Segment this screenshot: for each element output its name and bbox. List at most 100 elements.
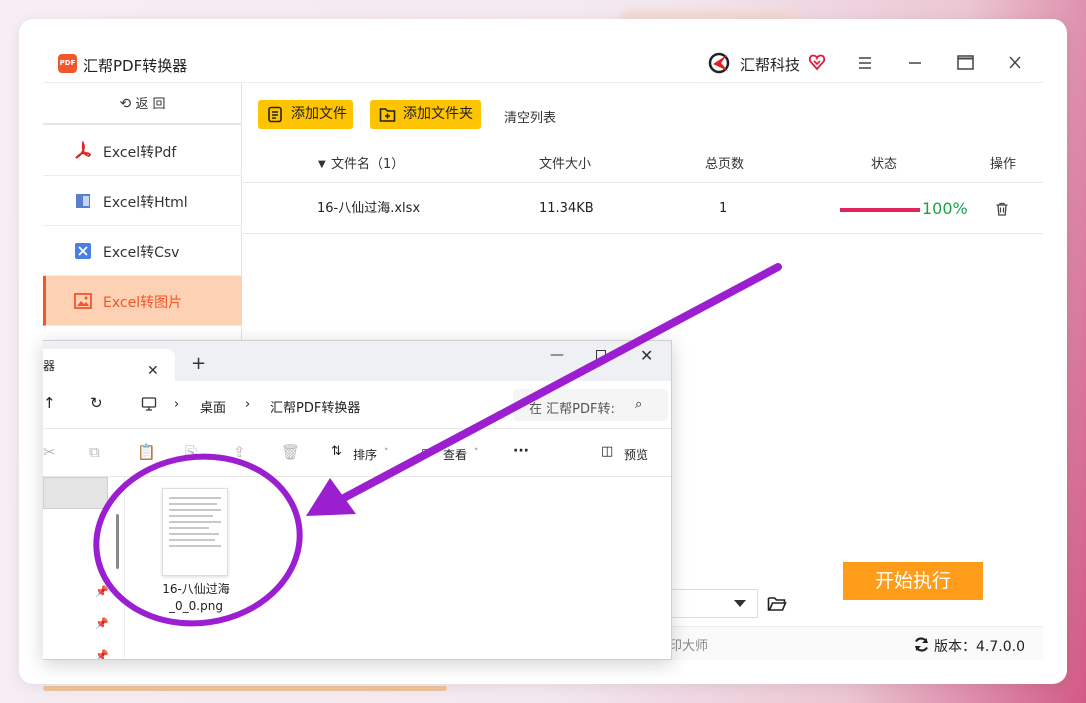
image-icon — [74, 293, 92, 309]
start-button[interactable]: 开始执行 — [843, 562, 983, 600]
cut-icon: ✂ — [43, 443, 56, 461]
add-folder-icon — [379, 108, 396, 122]
thumb-line — [169, 515, 213, 517]
pdf-icon — [75, 141, 91, 159]
table-row[interactable]: 16-八仙过海.xlsx 11.34KB 1 100% — [243, 184, 1043, 234]
refresh-icon[interactable] — [913, 636, 930, 653]
vip-heart-icon[interactable] — [808, 53, 826, 71]
background-bar — [43, 686, 447, 691]
refresh-icon[interactable]: ↻ — [90, 394, 103, 412]
explorer-tab[interactable]: 器 ✕ — [43, 349, 175, 381]
progress-bar — [840, 208, 920, 212]
sidebar-item-label: Excel转Csv — [103, 245, 180, 261]
maximize-button[interactable] — [952, 51, 978, 75]
nav-pane-scrollbar[interactable] — [116, 514, 119, 569]
col-header-action: 操作 — [990, 157, 1017, 172]
sidebar-item-excel-to-html[interactable]: Excel转Html — [43, 176, 242, 226]
table-header: ▼ 文件名（1） 文件大小 总页数 状态 操作 — [243, 146, 1043, 183]
sidebar-item-label: Excel转Html — [103, 195, 188, 211]
breadcrumb-desktop[interactable]: 桌面 — [200, 397, 226, 416]
back-label: 返 回 — [135, 97, 166, 112]
thumb-line — [169, 497, 221, 499]
file-name-label[interactable]: 16-八仙过海_0_0.png — [143, 581, 249, 615]
up-arrow-icon[interactable]: ↑ — [43, 394, 56, 412]
sidebar-item-excel-to-pdf[interactable]: Excel转Pdf — [43, 126, 242, 176]
app-logo: PDF — [58, 54, 77, 73]
thumb-line — [169, 509, 221, 511]
clear-list-button[interactable]: 清空列表 — [504, 107, 556, 126]
chevron-down-icon[interactable] — [734, 600, 746, 607]
thumb-line — [169, 527, 209, 529]
computer-icon[interactable] — [141, 396, 157, 412]
page-count: 1 — [719, 201, 728, 216]
file-size: 11.34KB — [539, 201, 594, 216]
explorer-minimize-button[interactable]: — — [550, 347, 564, 363]
thumb-line — [169, 539, 215, 541]
breadcrumb-separator-icon: › — [174, 397, 180, 412]
explorer-close-button[interactable]: ✕ — [640, 346, 653, 365]
add-folder-label: 添加文件夹 — [403, 106, 473, 122]
minimize-button[interactable] — [902, 51, 928, 75]
search-placeholder: 在 汇帮PDF转: — [529, 402, 615, 417]
col-header-name[interactable]: 文件名（1） — [331, 146, 404, 183]
pin-icon[interactable]: 📌 — [95, 617, 109, 630]
sidebar-item-label: Excel转Pdf — [103, 145, 177, 161]
version-text: 版本：4.7.0.0 — [934, 639, 1025, 655]
view-button[interactable]: 查看 — [443, 446, 467, 463]
breadcrumb-separator-icon: › — [245, 397, 251, 412]
view-icon[interactable]: ▭ — [421, 444, 433, 459]
back-button[interactable]: ⟲ 返 回 — [43, 83, 242, 125]
title-bar: PDF 汇帮PDF转换器 汇帮科技 — [43, 43, 1043, 83]
add-file-label: 添加文件 — [291, 106, 347, 122]
sort-icon[interactable]: ⇅ — [331, 444, 342, 459]
close-button[interactable] — [1002, 51, 1028, 75]
brand-logo-icon — [708, 52, 730, 74]
explorer-maximize-button[interactable] — [596, 350, 606, 360]
new-tab-icon[interactable]: + — [191, 353, 206, 374]
file-explorer-window: 器 ✕ + — ✕ ↑ ↻ › 桌面 › 汇帮PDF转换器 ⌕ 在 汇帮PDF转… — [43, 340, 672, 660]
app-title: 汇帮PDF转换器 — [83, 57, 188, 75]
thumb-line — [169, 545, 221, 547]
col-header-pages: 总页数 — [705, 157, 745, 172]
add-folder-button[interactable]: 添加文件夹 — [370, 100, 481, 129]
col-header-size: 文件大小 — [539, 157, 592, 172]
copy-icon: ⧉ — [89, 443, 100, 461]
menu-icon[interactable] — [852, 51, 878, 75]
rename-icon: ⎘ — [185, 443, 198, 461]
explorer-tab-title: 器 — [43, 359, 56, 373]
sort-down-icon[interactable]: ▼ — [318, 146, 326, 183]
file-thumbnail[interactable] — [162, 488, 228, 576]
back-arrow-icon: ⟲ — [119, 96, 132, 112]
progress-fill — [840, 208, 920, 212]
pin-icon[interactable]: 📌 — [95, 585, 109, 598]
thumb-line — [169, 533, 219, 535]
thumb-line — [169, 503, 217, 505]
tab-close-icon[interactable]: ✕ — [147, 363, 159, 379]
open-folder-icon[interactable] — [767, 595, 787, 613]
search-icon[interactable]: ⌕ — [635, 397, 642, 412]
preview-pane-icon[interactable]: ◫ — [601, 444, 613, 459]
pin-icon[interactable]: 📌 — [95, 649, 109, 659]
sidebar-item-excel-to-csv[interactable]: Excel转Csv — [43, 226, 242, 276]
explorer-tab-strip: 器 ✕ + — ✕ — [43, 341, 671, 381]
csv-icon — [75, 243, 91, 259]
add-file-icon — [268, 106, 282, 123]
progress-percent: 100% — [922, 199, 968, 218]
chevron-down-icon[interactable]: ˅ — [474, 448, 479, 458]
breadcrumb-folder[interactable]: 汇帮PDF转换器 — [270, 397, 360, 416]
preview-button[interactable]: 预览 — [624, 446, 648, 463]
chevron-down-icon[interactable]: ˅ — [384, 448, 389, 458]
add-file-button[interactable]: 添加文件 — [258, 100, 353, 129]
more-options-button[interactable]: ··· — [513, 443, 529, 459]
sidebar-item-excel-to-image[interactable]: Excel转图片 — [43, 276, 242, 326]
nav-pane-selected-item[interactable] — [43, 477, 108, 509]
thumb-line — [169, 521, 221, 523]
file-name: 16-八仙过海.xlsx — [317, 201, 421, 216]
brand-name: 汇帮科技 — [740, 56, 801, 74]
promo-text[interactable]: 印大师 — [669, 635, 708, 654]
delete-icon[interactable] — [994, 201, 1010, 217]
col-header-status: 状态 — [871, 157, 898, 172]
sort-button[interactable]: 排序 — [353, 446, 377, 463]
delete-icon: 🗑 — [281, 443, 301, 461]
paste-icon[interactable]: 📋 — [137, 443, 156, 461]
